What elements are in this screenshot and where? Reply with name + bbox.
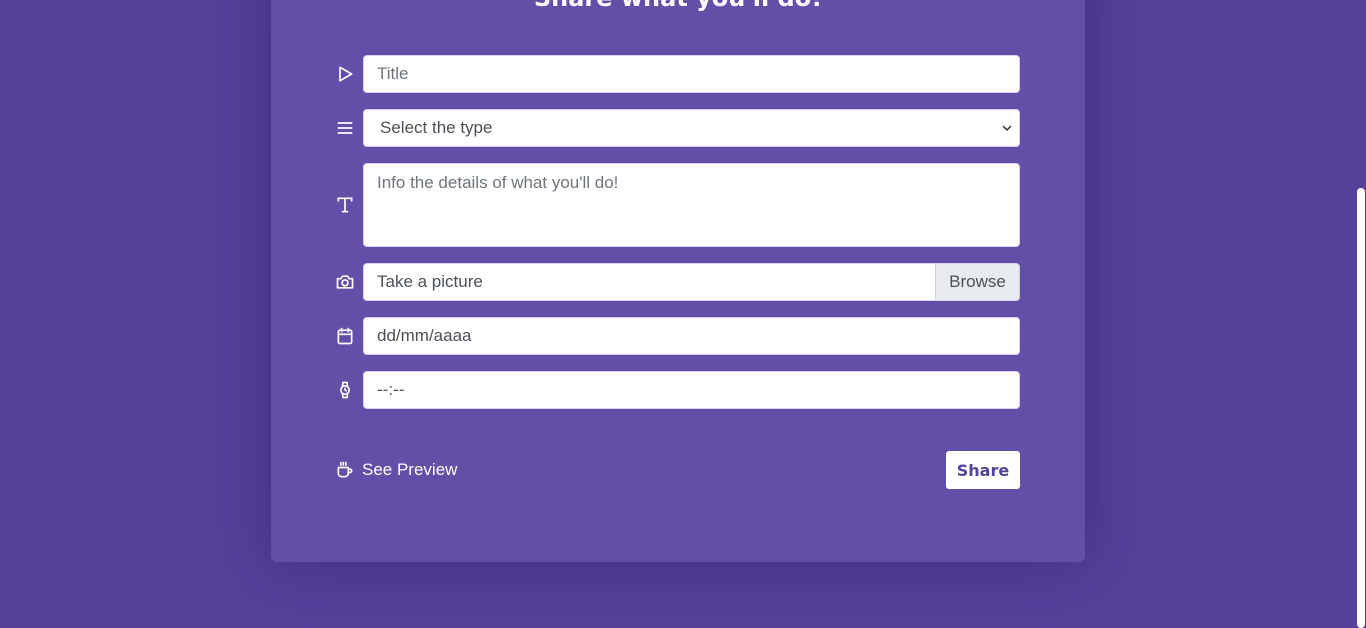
picture-file-label: Take a picture [377, 272, 483, 291]
form-heading: Share what you'll do! [271, 0, 1085, 14]
browse-button[interactable]: Browse [935, 264, 1019, 300]
title-input[interactable]: Title [363, 55, 1020, 93]
coffee-cup-icon [334, 459, 356, 481]
details-row: Info the details of what you'll do! [334, 163, 1020, 247]
share-button[interactable]: Share [946, 451, 1020, 489]
type-select-value: Select the type [380, 118, 493, 137]
title-row: Title [334, 55, 1020, 93]
form-footer: See Preview Share [334, 451, 1020, 489]
date-row: dd/mm/aaaa [334, 317, 1020, 355]
time-row: --:-- [334, 371, 1020, 409]
camera-icon [334, 271, 356, 293]
menu-lines-icon [334, 117, 356, 139]
scrollbar-track[interactable] [1356, 0, 1366, 628]
see-preview-link[interactable]: See Preview [334, 459, 457, 481]
date-input[interactable]: dd/mm/aaaa [363, 317, 1020, 355]
scrollbar-thumb[interactable] [1357, 188, 1365, 628]
time-input[interactable]: --:-- [363, 371, 1020, 409]
see-preview-label: See Preview [362, 460, 458, 479]
type-select[interactable]: Select the type [363, 109, 1020, 147]
share-form-card: Share what you'll do! Title Select the t… [271, 0, 1085, 562]
text-type-icon [334, 194, 356, 216]
calendar-icon [334, 325, 356, 347]
play-icon [334, 63, 356, 85]
details-textarea[interactable]: Info the details of what you'll do! [363, 163, 1020, 247]
picture-file-input[interactable]: Take a picture Browse [363, 263, 1020, 301]
chevron-down-icon [1002, 125, 1012, 131]
type-row: Select the type [334, 109, 1020, 147]
watch-icon [334, 379, 356, 401]
picture-row: Take a picture Browse [334, 263, 1020, 301]
